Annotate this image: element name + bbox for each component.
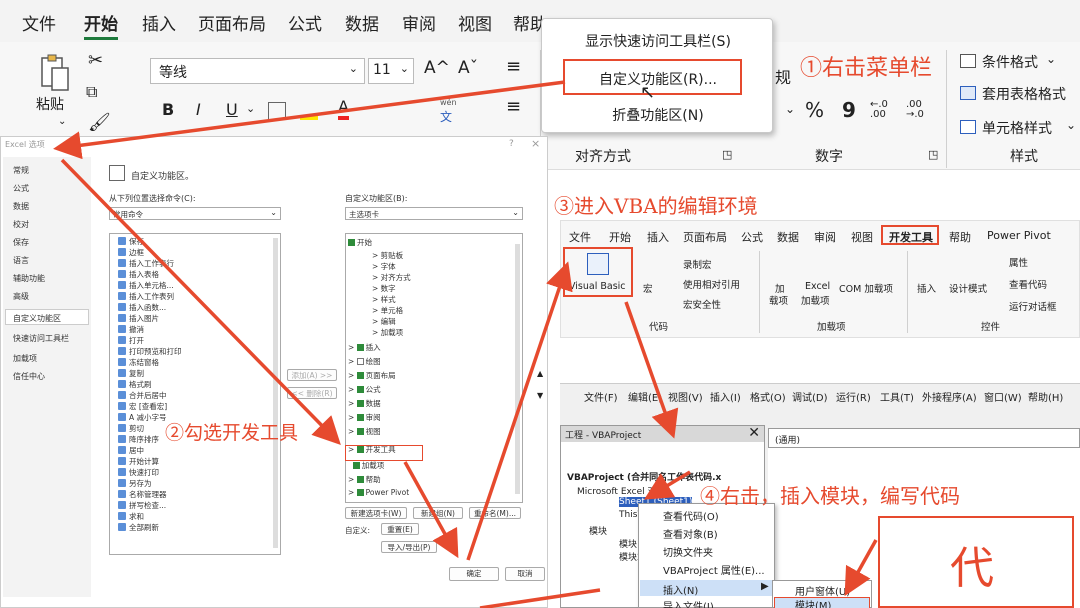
arrow-to-module [844,539,878,597]
arrow-to-ok [403,461,459,559]
arrow-to-dev-ribbon [466,261,573,561]
annotation-arrows [53,80,878,608]
arrow-to-vba [624,301,679,439]
arrow-to-developer [60,158,341,446]
arrow-to-sheet [643,470,691,500]
arrow-to-options [53,80,566,160]
arrow-bottom [479,588,601,608]
